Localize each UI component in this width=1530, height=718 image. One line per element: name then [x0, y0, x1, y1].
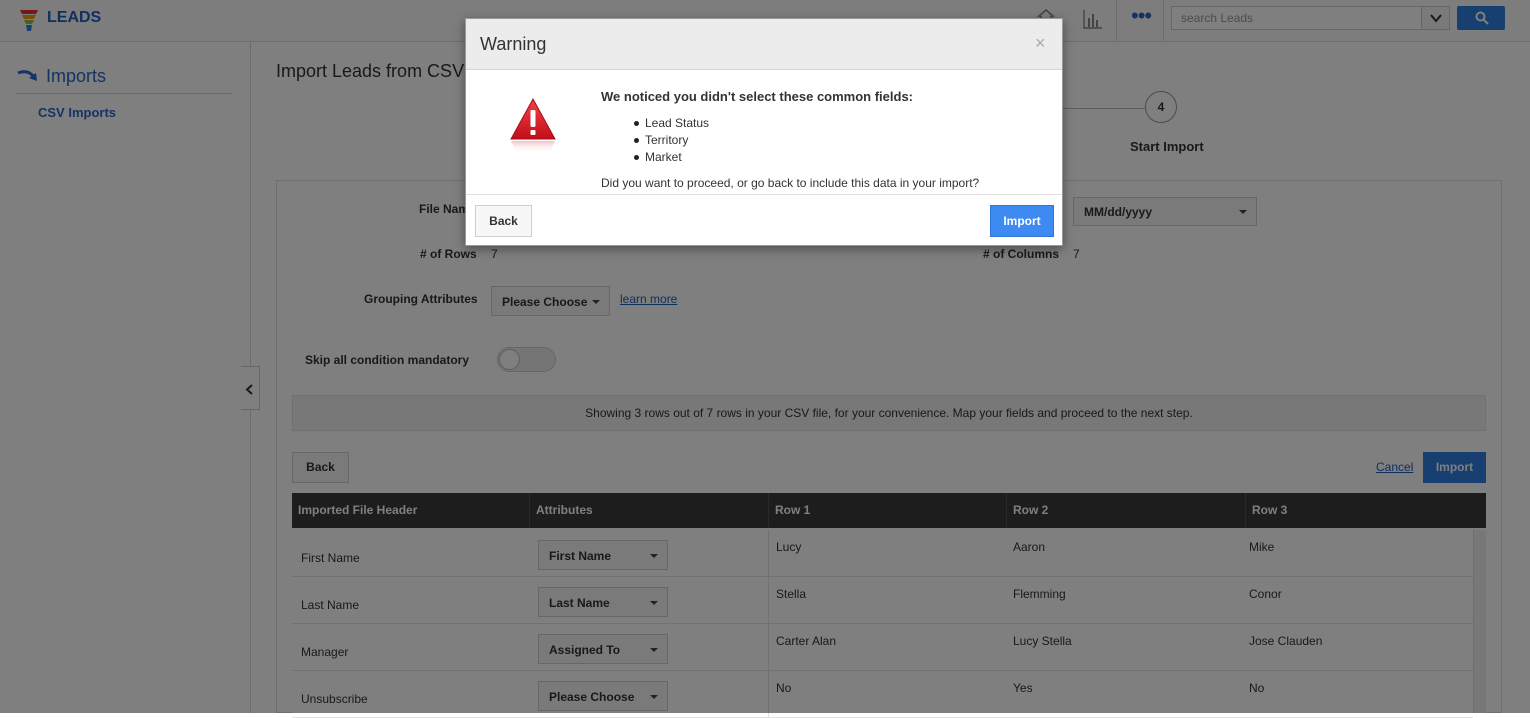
list-item: Lead Status [634, 115, 709, 132]
missing-fields-list: Lead Status Territory Market [634, 115, 709, 166]
dialog-question: Did you want to proceed, or go back to i… [601, 176, 980, 190]
dialog-import-button[interactable]: Import [990, 205, 1054, 237]
dialog-footer-divider [466, 194, 1062, 195]
list-item: Market [634, 149, 709, 166]
dialog-heading: We noticed you didn't select these commo… [601, 89, 914, 104]
close-icon[interactable]: × [1035, 34, 1046, 52]
dialog-title: Warning [480, 34, 547, 54]
warning-dialog: Warning × We noticed you didn't select t… [465, 18, 1063, 246]
dialog-header: Warning × [466, 19, 1062, 70]
warning-icon [510, 97, 556, 153]
list-item: Territory [634, 132, 709, 149]
dialog-back-button[interactable]: Back [475, 205, 532, 237]
